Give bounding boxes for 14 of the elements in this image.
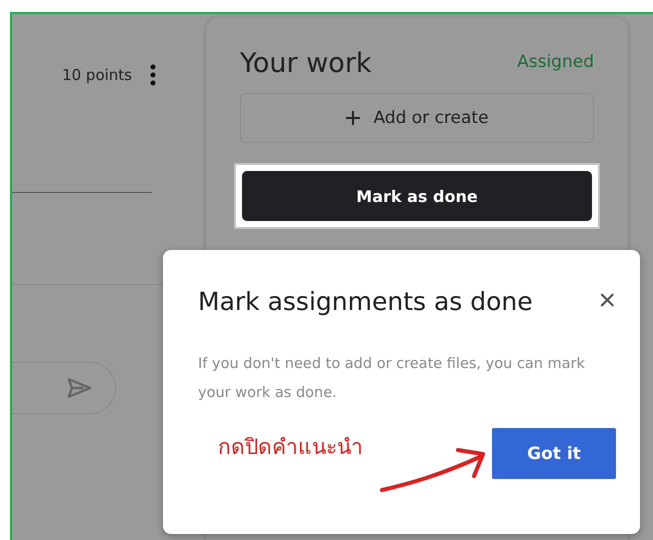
dialog-text: If you don't need to add or create files, you can mark your work as done.: [198, 355, 586, 403]
points-label: 10 points: [62, 66, 132, 84]
got-it-button[interactable]: Got it: [492, 428, 616, 479]
send-icon[interactable]: [66, 376, 93, 400]
add-or-create-button[interactable]: Add or create: [240, 93, 594, 143]
mark-as-done-button[interactable]: Mark as done: [242, 171, 592, 221]
status-label: Assigned: [517, 52, 594, 72]
close-button[interactable]: ×: [598, 286, 616, 316]
card-title: Your work: [240, 48, 372, 79]
plus-icon: [345, 110, 362, 126]
annotation-text: กดปิดคำแนะนำ: [218, 434, 363, 461]
dialog-title: Mark assignments as done: [198, 286, 533, 316]
more-options-icon[interactable]: [150, 64, 156, 86]
comment-field[interactable]: [12, 362, 116, 414]
